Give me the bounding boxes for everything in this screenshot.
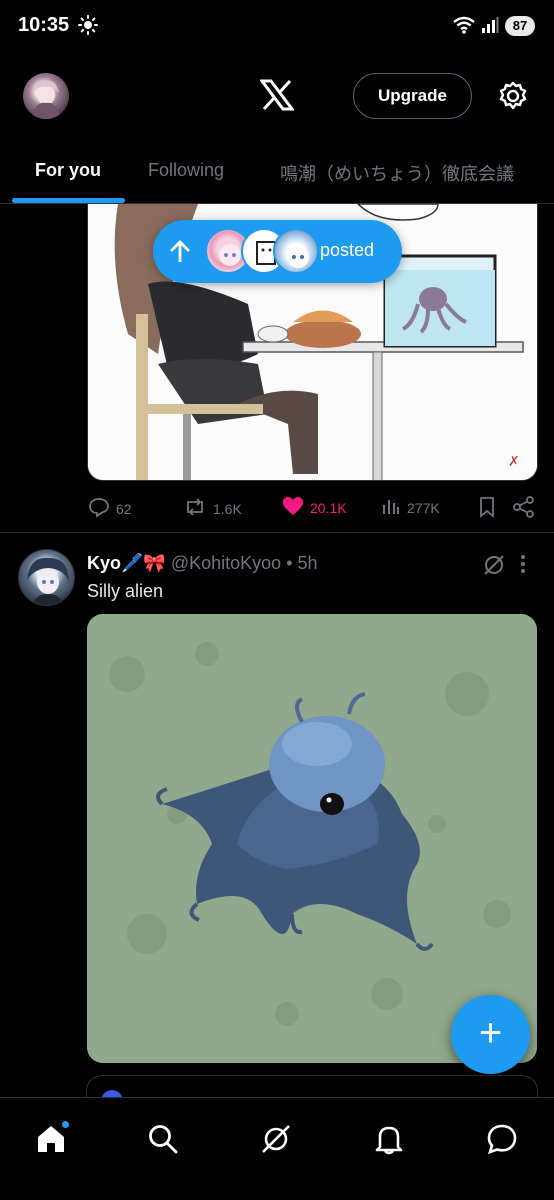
- like-count: 20.1K: [310, 499, 347, 516]
- heart-icon: [282, 496, 310, 519]
- post-text: Silly alien: [87, 581, 164, 601]
- post-header: Kyo🖊️🎀 @KohitoKyoo • 5h: [87, 553, 318, 574]
- timeline-tabs: For you Following 鳴潮（めいちょう）徹底会議: [0, 144, 554, 204]
- message-icon[interactable]: [485, 1122, 519, 1161]
- repost-count: 1.6K: [213, 500, 242, 517]
- svg-text:✗: ✗: [508, 453, 520, 469]
- reply-icon: [88, 496, 116, 521]
- compose-button[interactable]: +: [451, 995, 530, 1074]
- wifi-icon: [452, 15, 476, 40]
- author-name[interactable]: Kyo🖊️🎀: [87, 553, 166, 573]
- bookmark-button[interactable]: [478, 496, 502, 521]
- posted-avatar: [273, 228, 319, 274]
- author-handle[interactable]: @KohitoKyoo: [171, 553, 281, 573]
- reply-button[interactable]: 62: [88, 496, 132, 521]
- bell-icon[interactable]: [372, 1122, 406, 1161]
- like-button[interactable]: 20.1K: [282, 496, 347, 519]
- grok-icon[interactable]: [259, 1122, 293, 1161]
- views-button[interactable]: 277K: [381, 496, 440, 519]
- share-icon: [513, 496, 541, 521]
- more-options-icon[interactable]: [519, 553, 527, 580]
- tab-community[interactable]: 鳴潮（めいちょう）徹底会議: [280, 160, 514, 186]
- x-logo-icon[interactable]: [259, 79, 295, 116]
- post-divider: [0, 532, 554, 533]
- home-notification-dot: [60, 1119, 71, 1130]
- status-time: 10:35: [18, 14, 70, 36]
- grok-icon[interactable]: [482, 553, 506, 582]
- tab-for-you[interactable]: For you: [35, 160, 101, 181]
- post-time: 5h: [297, 553, 318, 573]
- views-count: 277K: [407, 499, 440, 516]
- signal-icon: [481, 16, 499, 39]
- bookmark-icon: [478, 496, 502, 521]
- reply-count: 62: [116, 500, 132, 517]
- repost-icon: [183, 496, 213, 521]
- bottom-navigation: [0, 1097, 554, 1200]
- profile-avatar[interactable]: [23, 73, 69, 119]
- status-bar: 10:35 87: [0, 0, 554, 54]
- search-icon[interactable]: [146, 1122, 180, 1161]
- arrow-up-icon: [169, 240, 191, 269]
- post-actions: 62 1.6K 20.1K 277K: [0, 496, 554, 524]
- battery-icon: 87: [505, 16, 535, 36]
- post-image[interactable]: [87, 614, 537, 1063]
- author-avatar[interactable]: [18, 549, 75, 606]
- repost-button[interactable]: 1.6K: [183, 496, 242, 521]
- new-posts-pill[interactable]: posted: [153, 220, 402, 283]
- active-tab-indicator: [12, 198, 125, 203]
- upgrade-button[interactable]: Upgrade: [353, 73, 472, 119]
- sun-icon: [78, 15, 98, 40]
- views-icon: [381, 496, 407, 519]
- gear-icon[interactable]: [497, 80, 529, 117]
- tab-following[interactable]: Following: [148, 160, 224, 181]
- share-button[interactable]: [513, 496, 541, 521]
- top-header: Upgrade: [0, 54, 554, 144]
- meta-separator: •: [286, 553, 293, 573]
- posted-label: posted: [320, 240, 375, 260]
